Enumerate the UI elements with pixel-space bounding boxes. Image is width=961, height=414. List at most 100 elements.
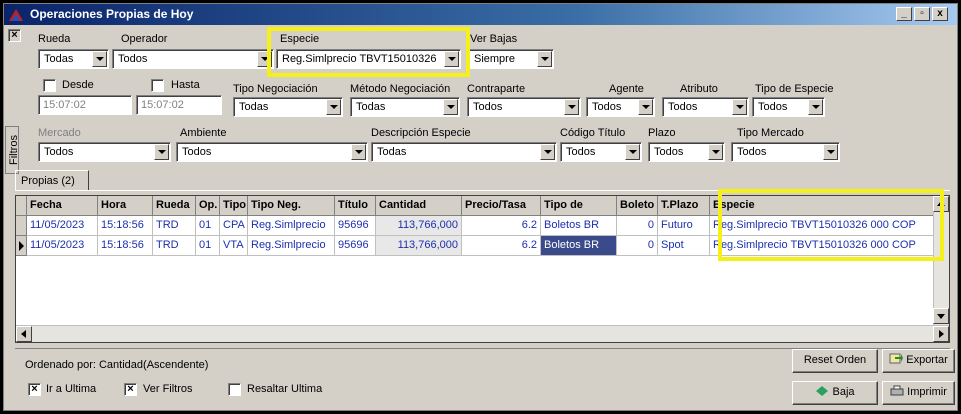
chevron-down-icon[interactable] xyxy=(444,51,459,67)
hasta-checkbox[interactable] xyxy=(151,79,164,92)
cell-boleto[interactable]: 0 xyxy=(617,216,658,236)
chevron-down-icon[interactable] xyxy=(326,99,341,115)
cell-especie[interactable]: Reg.Simlprecio TBVT15010326 000 COP xyxy=(710,216,935,236)
cell-tipo-de-selected[interactable]: Boletos BR xyxy=(541,236,617,256)
agente-select[interactable]: Todos xyxy=(586,97,655,117)
cell-fecha[interactable]: 11/05/2023 xyxy=(27,216,98,236)
chevron-down-icon[interactable] xyxy=(823,144,838,160)
col-header-tipo[interactable]: Tipo xyxy=(220,196,248,216)
resaltar-ultima-checkbox[interactable] xyxy=(228,383,241,396)
cell-tipo[interactable]: VTA xyxy=(220,236,248,256)
ver-filtros-checkbox[interactable]: × xyxy=(124,383,137,396)
chevron-down-icon[interactable] xyxy=(540,144,555,160)
scroll-up-button[interactable] xyxy=(933,196,949,212)
exportar-button[interactable]: Exportar xyxy=(882,349,955,373)
baja-button[interactable]: Baja xyxy=(792,381,878,405)
desde-checkbox[interactable] xyxy=(43,79,56,92)
chevron-down-icon[interactable] xyxy=(154,144,169,160)
cell-rueda[interactable]: TRD xyxy=(153,216,196,236)
chevron-down-icon[interactable] xyxy=(808,99,823,115)
cell-tipo-neg[interactable]: Reg.Simlprecio xyxy=(248,216,335,236)
chevron-down-icon[interactable] xyxy=(638,99,653,115)
rueda-label: Rueda xyxy=(38,33,71,45)
col-header-hora[interactable]: Hora xyxy=(98,196,153,216)
vertical-scrollbar[interactable] xyxy=(933,196,949,326)
cell-precio-tasa[interactable]: 6.2 xyxy=(462,216,541,236)
chevron-down-icon[interactable] xyxy=(257,51,272,67)
reset-orden-button[interactable]: Reset Orden xyxy=(792,349,878,373)
baja-label: Baja xyxy=(832,386,855,398)
cell-t-plazo[interactable]: Futuro xyxy=(658,216,710,236)
col-header-fecha[interactable]: Fecha xyxy=(27,196,98,216)
close-button[interactable]: x xyxy=(932,7,948,21)
atributo-select[interactable]: Todos xyxy=(662,97,749,117)
horizontal-scrollbar[interactable] xyxy=(16,325,949,342)
cell-titulo[interactable]: 95696 xyxy=(335,216,376,236)
col-header-especie[interactable]: Especie xyxy=(710,196,935,216)
cell-cantidad[interactable]: 113,766,000 xyxy=(376,236,462,256)
imprimir-button[interactable]: Imprimir xyxy=(882,381,955,405)
ver-bajas-select[interactable]: Siempre xyxy=(468,49,554,69)
chevron-down-icon[interactable] xyxy=(537,51,552,67)
col-header-rueda[interactable]: Rueda xyxy=(153,196,196,216)
maximize-button[interactable]: ▫ xyxy=(914,7,930,21)
chevron-down-icon[interactable] xyxy=(708,144,723,160)
contraparte-select[interactable]: Todos xyxy=(467,97,581,117)
cell-tipo[interactable]: CPA xyxy=(220,216,248,236)
plazo-select[interactable]: Todos xyxy=(648,142,725,162)
ambiente-label: Ambiente xyxy=(180,127,227,139)
chevron-down-icon[interactable] xyxy=(92,51,107,67)
rueda-select[interactable]: Todas xyxy=(38,49,109,69)
title-bar[interactable]: Operaciones Propias de Hoy _ ▫ x xyxy=(4,4,957,25)
minimize-button[interactable]: _ xyxy=(896,7,912,21)
especie-select[interactable]: Reg.Simlprecio TBVT15010326 xyxy=(276,49,461,69)
metodo-negociacion-select[interactable]: Todas xyxy=(350,97,460,117)
desde-time-input[interactable]: 15:07:02 xyxy=(38,95,132,115)
codigo-titulo-select[interactable]: Todos xyxy=(560,142,642,162)
scroll-down-button[interactable] xyxy=(933,308,949,324)
chevron-down-icon[interactable] xyxy=(625,144,640,160)
descripcion-especie-select[interactable]: Todas xyxy=(371,142,557,162)
hasta-time-input[interactable]: 15:07:02 xyxy=(136,95,222,115)
filtros-side-tab[interactable]: Filtros xyxy=(5,126,20,174)
cell-op[interactable]: 01 xyxy=(196,216,220,236)
tab-propias[interactable]: Propias (2) xyxy=(15,170,89,191)
col-header-tipo-de[interactable]: Tipo de xyxy=(541,196,617,216)
cell-t-plazo[interactable]: Spot xyxy=(658,236,710,256)
tipo-negociacion-select[interactable]: Todas xyxy=(233,97,343,117)
tipo-especie-select[interactable]: Todos xyxy=(752,97,825,117)
cell-cantidad[interactable]: 113,766,000 xyxy=(376,216,462,236)
cell-hora[interactable]: 15:18:56 xyxy=(98,216,153,236)
cell-titulo[interactable]: 95696 xyxy=(335,236,376,256)
col-header-precio-tasa[interactable]: Precio/Tasa xyxy=(462,196,541,216)
col-header-cantidad[interactable]: Cantidad xyxy=(376,196,462,216)
cell-hora[interactable]: 15:18:56 xyxy=(98,236,153,256)
cell-especie[interactable]: Reg.Simlprecio TBVT15010326 000 COP xyxy=(710,236,935,256)
chevron-down-icon[interactable] xyxy=(732,99,747,115)
cell-fecha[interactable]: 11/05/2023 xyxy=(27,236,98,256)
scroll-right-button[interactable] xyxy=(933,326,949,342)
cell-precio-tasa[interactable]: 6.2 xyxy=(462,236,541,256)
operador-select[interactable]: Todos xyxy=(112,49,274,69)
col-header-boleto[interactable]: Boleto xyxy=(617,196,658,216)
scroll-left-button[interactable] xyxy=(16,326,32,342)
chevron-down-icon[interactable] xyxy=(351,144,366,160)
cell-rueda[interactable]: TRD xyxy=(153,236,196,256)
tipo-mercado-select[interactable]: Todos xyxy=(731,142,840,162)
cell-op[interactable]: 01 xyxy=(196,236,220,256)
collapse-filters-icon[interactable]: × xyxy=(8,29,21,42)
ir-a-ultima-checkbox[interactable]: × xyxy=(28,383,41,396)
row-indicator-current[interactable] xyxy=(16,236,27,256)
cell-tipo-neg[interactable]: Reg.Simlprecio xyxy=(248,236,335,256)
col-header-titulo[interactable]: Título xyxy=(335,196,376,216)
chevron-down-icon[interactable] xyxy=(564,99,579,115)
row-indicator[interactable] xyxy=(16,216,27,236)
cell-boleto[interactable]: 0 xyxy=(617,236,658,256)
col-header-t-plazo[interactable]: T.Plazo xyxy=(658,196,710,216)
chevron-down-icon[interactable] xyxy=(443,99,458,115)
mercado-select[interactable]: Todos xyxy=(38,142,171,162)
col-header-op[interactable]: Op. xyxy=(196,196,220,216)
col-header-tipo-neg[interactable]: Tipo Neg. xyxy=(248,196,335,216)
cell-tipo-de[interactable]: Boletos BR xyxy=(541,216,617,236)
ambiente-select[interactable]: Todos xyxy=(176,142,368,162)
